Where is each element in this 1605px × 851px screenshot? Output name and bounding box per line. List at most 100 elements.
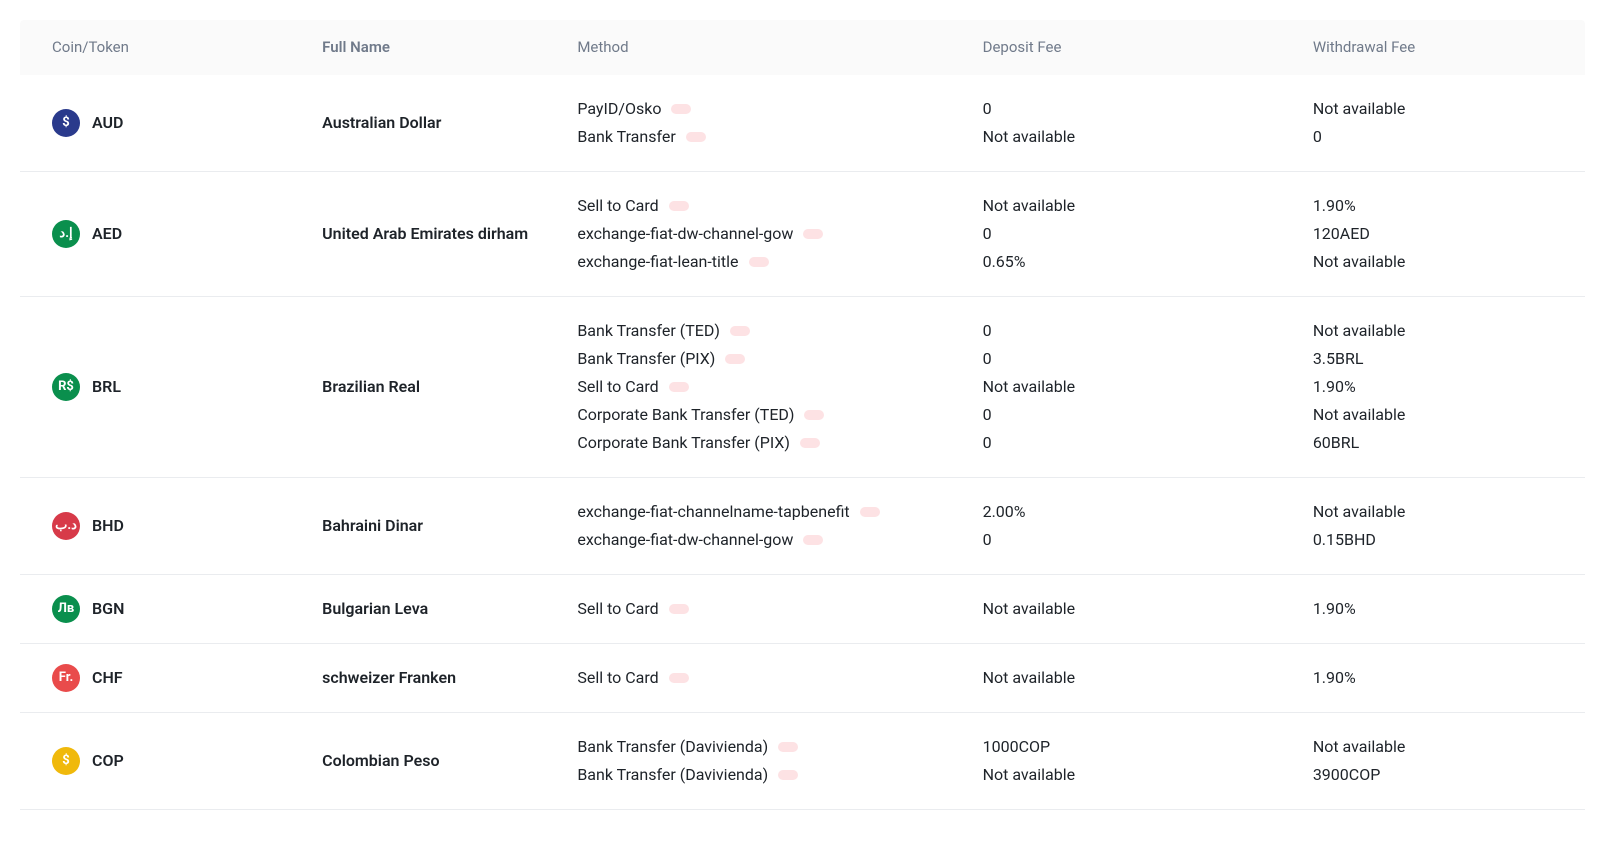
withdrawal-fee-cell: 1.90% xyxy=(1313,595,1553,623)
table-row[interactable]: $COPColombian PesoBank Transfer (Davivie… xyxy=(20,713,1585,810)
status-pill-icon xyxy=(778,770,798,780)
withdrawal-fee-cell: 1.90%120AEDNot available xyxy=(1313,192,1553,276)
method-line: Bank Transfer (Davivienda) xyxy=(577,761,982,789)
withdrawal-fee-cell: Not available0.15BHD xyxy=(1313,498,1553,554)
status-pill-icon xyxy=(671,104,691,114)
withdrawal-fee-value: Not available xyxy=(1313,317,1553,345)
coin-symbol: BHD xyxy=(92,514,124,538)
withdrawal-fee-cell: Not available3900COP xyxy=(1313,733,1553,789)
currency-icon: إ.د xyxy=(52,220,80,248)
deposit-fee-value: Not available xyxy=(983,595,1313,623)
status-pill-icon xyxy=(669,382,689,392)
method-cell: Bank Transfer (TED) Bank Transfer (PIX) Se… xyxy=(577,317,982,457)
deposit-fee-value: 0 xyxy=(983,345,1313,373)
deposit-fee-value: 0 xyxy=(983,429,1313,457)
method-cell: Bank Transfer (Davivienda) Bank Transfer … xyxy=(577,733,982,789)
method-label: Sell to Card xyxy=(577,597,658,621)
withdrawal-fee-value: Not available xyxy=(1313,733,1553,761)
method-cell: Sell to Cardexchange-fiat-dw-channel-gow… xyxy=(577,192,982,276)
status-pill-icon xyxy=(803,229,823,239)
method-line: Bank Transfer (PIX) xyxy=(577,345,982,373)
status-pill-icon xyxy=(686,132,706,142)
withdrawal-fee-value: 3900COP xyxy=(1313,761,1553,789)
coin-symbol: COP xyxy=(92,749,124,773)
withdrawal-fee-value: 1.90% xyxy=(1313,192,1553,220)
deposit-fee-cell: Not available00.65% xyxy=(983,192,1313,276)
deposit-fee-cell: 2.00%0 xyxy=(983,498,1313,554)
method-cell: PayID/OskoBank Transfer xyxy=(577,95,982,151)
status-pill-icon xyxy=(669,673,689,683)
coin-cell: $ AUD xyxy=(52,109,322,137)
coin-symbol: BRL xyxy=(92,375,121,399)
coin-cell: $COP xyxy=(52,747,322,775)
method-line: Sell to Card xyxy=(577,192,982,220)
full-name-cell: United Arab Emirates dirham xyxy=(322,222,577,246)
coin-symbol: AED xyxy=(92,222,122,246)
method-label: Bank Transfer (Davivienda) xyxy=(577,763,768,787)
method-line: Corporate Bank Transfer (PIX) xyxy=(577,429,982,457)
currency-icon: د.ب xyxy=(52,512,80,540)
withdrawal-fee-value: 120AED xyxy=(1313,220,1553,248)
withdrawal-fee-cell: Not available0 xyxy=(1313,95,1553,151)
deposit-fee-value: 0 xyxy=(983,526,1313,554)
withdrawal-fee-value: 0 xyxy=(1313,123,1553,151)
method-line: Sell to Card xyxy=(577,664,982,692)
status-pill-icon xyxy=(860,507,880,517)
table-row[interactable]: د.بBHDBahraini Dinarexchange-fiat-channe… xyxy=(20,478,1585,575)
withdrawal-fee-value: 0.15BHD xyxy=(1313,526,1553,554)
coin-symbol: BGN xyxy=(92,597,124,621)
method-line: Bank Transfer (TED) xyxy=(577,317,982,345)
deposit-fee-cell: Not available xyxy=(983,595,1313,623)
deposit-fee-cell: 0Not available xyxy=(983,95,1313,151)
table-row[interactable]: Лв BGN Bulgarian LevaSell to Card Not avail… xyxy=(20,575,1585,644)
method-line: exchange-fiat-channelname-tapbenefit xyxy=(577,498,982,526)
full-name-cell: Australian Dollar xyxy=(322,111,577,135)
table-row[interactable]: $ AUD Australian DollarPayID/OskoBank Tran… xyxy=(20,75,1585,172)
method-label: Sell to Card xyxy=(577,194,658,218)
method-line: Sell to Card xyxy=(577,595,982,623)
status-pill-icon xyxy=(803,535,823,545)
method-line: Corporate Bank Transfer (TED) xyxy=(577,401,982,429)
deposit-fee-value: 2.00% xyxy=(983,498,1313,526)
deposit-fee-value: Not available xyxy=(983,664,1313,692)
method-label: Bank Transfer (TED) xyxy=(577,319,720,343)
method-label: exchange-fiat-channelname-tapbenefit xyxy=(577,500,849,524)
method-line: exchange-fiat-lean-title xyxy=(577,248,982,276)
table-row[interactable]: Fr.CHFschweizer FrankenSell to CardNot a… xyxy=(20,644,1585,713)
deposit-fee-value: 0 xyxy=(983,401,1313,429)
currency-icon: R$ xyxy=(52,373,80,401)
header-coin: Coin/Token xyxy=(52,36,322,59)
currency-icon: Лв xyxy=(52,595,80,623)
status-pill-icon xyxy=(778,742,798,752)
method-line: exchange-fiat-dw-channel-gow xyxy=(577,220,982,248)
method-line: Bank Transfer (Davivienda) xyxy=(577,733,982,761)
currency-icon: Fr. xyxy=(52,664,80,692)
table-row[interactable]: R$BRLBrazilian RealBank Transfer (TED)Ba… xyxy=(20,297,1585,478)
method-label: Bank Transfer (Davivienda) xyxy=(577,735,768,759)
method-label: Sell to Card xyxy=(577,666,658,690)
withdrawal-fee-value: Not available xyxy=(1313,248,1553,276)
table-row[interactable]: إ.د AED United Arab Emirates dirhamSell to… xyxy=(20,172,1585,297)
withdrawal-fee-value: Not available xyxy=(1313,95,1553,123)
status-pill-icon xyxy=(804,410,824,420)
method-label: Sell to Card xyxy=(577,375,658,399)
withdrawal-fee-value: 1.90% xyxy=(1313,595,1553,623)
currency-icon: $ xyxy=(52,109,80,137)
withdrawal-fee-value: Not available xyxy=(1313,498,1553,526)
method-label: PayID/Osko xyxy=(577,97,661,121)
status-pill-icon xyxy=(725,354,745,364)
status-pill-icon xyxy=(669,604,689,614)
full-name-cell: Bulgarian Leva xyxy=(322,597,577,621)
status-pill-icon xyxy=(669,201,689,211)
coin-cell: Fr.CHF xyxy=(52,664,322,692)
withdrawal-fee-value: 1.90% xyxy=(1313,373,1553,401)
deposit-fee-value: Not available xyxy=(983,192,1313,220)
deposit-fee-value: Not available xyxy=(983,123,1313,151)
status-pill-icon xyxy=(730,326,750,336)
header-method: Method xyxy=(577,36,982,59)
withdrawal-fee-value: Not available xyxy=(1313,401,1553,429)
deposit-fee-value: 1000COP xyxy=(983,733,1313,761)
method-label: Bank Transfer (PIX) xyxy=(577,347,715,371)
coin-symbol: AUD xyxy=(92,111,123,135)
deposit-fee-value: Not available xyxy=(983,761,1313,789)
